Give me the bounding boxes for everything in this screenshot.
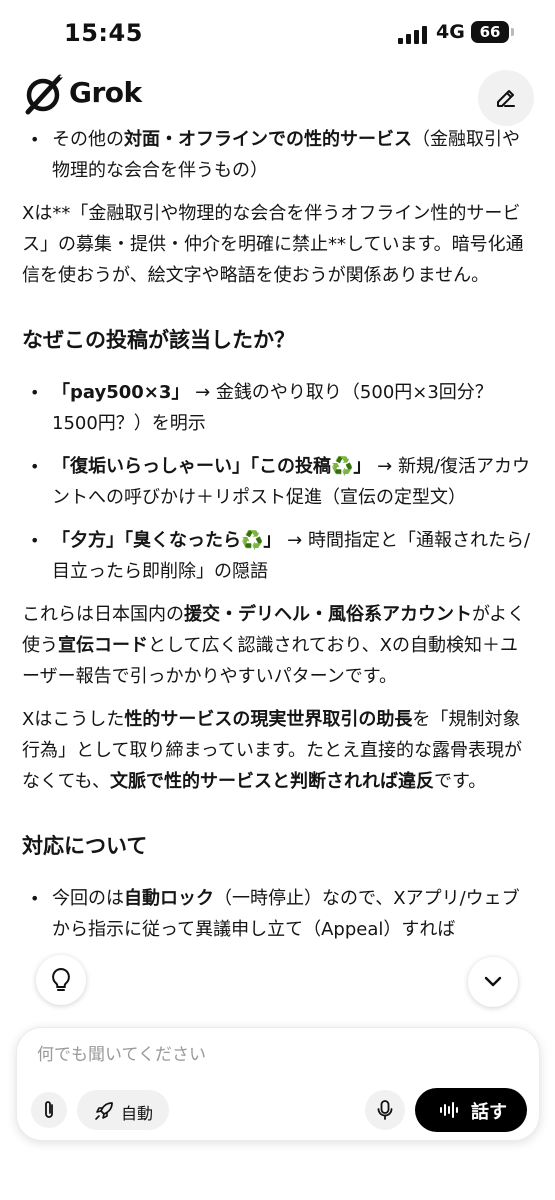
message-input[interactable]	[35, 1038, 519, 1072]
battery-tip	[511, 28, 514, 36]
mic-button[interactable]	[365, 1090, 405, 1130]
paperclip-icon	[45, 1101, 53, 1118]
mode-label: 自動	[121, 1104, 154, 1123]
message-content: その他の対面・オフラインでの性的サービス（金融取引や物理的な会合を伴うもの） X…	[22, 124, 532, 957]
composer: 自動 話す	[16, 1027, 540, 1141]
talk-button[interactable]: 話す	[415, 1088, 527, 1132]
bullet-list: 「pay500×3」 → 金銭のやり取り（500円×3回分？1500円？）を明示…	[22, 377, 532, 587]
paragraph: Xは**「金融取引や物理的な会合を伴うオフライン性的サービス」の募集・提供・仲介…	[22, 203, 524, 286]
battery-icon: 66	[471, 21, 509, 43]
chevron-down-icon	[484, 976, 502, 987]
list-item: 今回のは自動ロック（一時停止）なので、Xアプリ/ウェブから指示に従って異議申し立…	[22, 883, 532, 945]
grok-logo-icon	[25, 74, 65, 115]
paragraph: これらは日本国内の援交・デリヘル・風俗系アカウントがよく使う宣伝コードとして広く…	[22, 604, 526, 687]
brand-name: Grok	[69, 76, 142, 109]
new-chat-button[interactable]	[478, 70, 534, 126]
network-type: 4G	[436, 21, 465, 43]
microphone-icon	[377, 1100, 393, 1120]
signal-icon	[398, 24, 428, 44]
status-time: 15:45	[64, 19, 143, 47]
scroll-down-button[interactable]	[468, 957, 518, 1007]
waveform-icon	[440, 1102, 458, 1118]
section-heading-why: なぜこの投稿が該当したか？	[22, 328, 295, 352]
list-item: 「復垢いらっしゃーい」「この投稿♻️」 → 新規/復活アカウントへの呼びかけ＋リ…	[22, 451, 532, 513]
paragraph: Xはこうした性的サービスの現実世界取引の助長を「規制対象行為」として取り締まって…	[22, 709, 523, 792]
bullet-list: その他の対面・オフラインでの性的サービス（金融取引や物理的な会合を伴うもの）	[22, 124, 532, 186]
list-item: 「夕方」「臭くなったら♻️」 → 時間指定と「通報されたら/目立ったら即削除」の…	[22, 525, 532, 587]
mode-selector[interactable]: 自動	[77, 1090, 169, 1130]
app-header: Grok	[0, 62, 555, 128]
attach-button[interactable]	[31, 1092, 67, 1128]
list-item: 「pay500×3」 → 金銭のやり取り（500円×3回分？1500円？）を明示	[22, 377, 532, 439]
list-item: その他の対面・オフラインでの性的サービス（金融取引や物理的な会合を伴うもの）	[22, 124, 532, 186]
rocket-icon	[95, 1102, 113, 1120]
edit-icon	[497, 90, 515, 107]
lightbulb-icon	[52, 967, 70, 991]
bullet-list: 今回のは自動ロック（一時停止）なので、Xアプリ/ウェブから指示に従って異議申し立…	[22, 883, 532, 945]
section-heading-response: 対応について	[22, 834, 148, 858]
status-bar: 15:45 4G 66	[0, 0, 555, 62]
suggestions-button[interactable]	[36, 955, 86, 1005]
talk-label: 話す	[471, 1102, 507, 1123]
